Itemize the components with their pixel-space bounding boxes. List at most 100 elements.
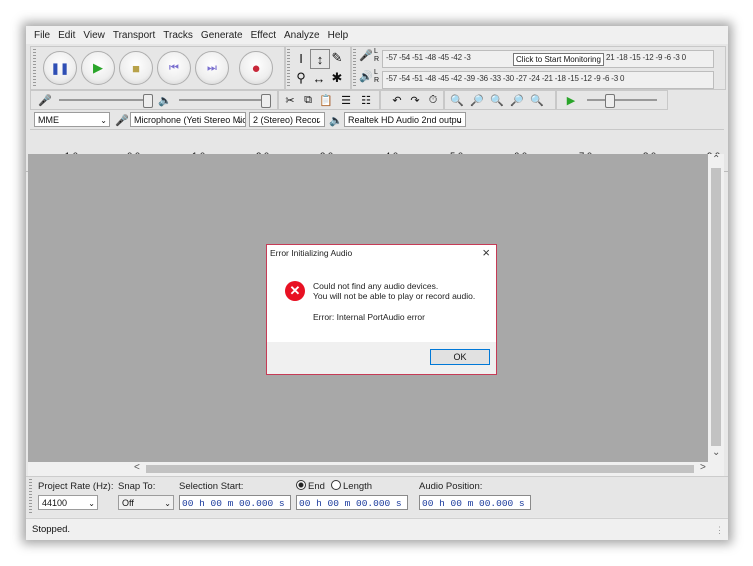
menu-file[interactable]: File (34, 30, 50, 41)
toolbar-grip[interactable] (287, 49, 290, 87)
play-at-speed-toolbar: ▶ (556, 90, 668, 110)
menu-analyze[interactable]: Analyze (284, 30, 320, 41)
playback-volume-track (179, 99, 269, 101)
multi-tool-icon[interactable]: ✱ (328, 69, 346, 87)
menu-edit[interactable]: Edit (58, 30, 75, 41)
scroll-up-icon[interactable]: ⌃ (712, 154, 720, 165)
zoom-tool-icon[interactable]: ⚲ (292, 69, 310, 87)
menu-transport[interactable]: Transport (113, 30, 155, 41)
copy-icon[interactable]: ⧉ (300, 92, 316, 108)
snap-to-label: Snap To: (118, 481, 156, 492)
dialog-title: Error Initializing Audio (270, 248, 353, 258)
scroll-right-icon[interactable]: > (700, 462, 706, 473)
channels-value: 2 (Stereo) Recor (253, 115, 320, 125)
chevron-down-icon: ⌄ (456, 116, 463, 125)
playback-device-value: Realtek HD Audio 2nd outpu (348, 115, 462, 125)
scroll-left-icon[interactable]: < (134, 462, 140, 473)
fit-selection-icon[interactable]: 🔍 (489, 92, 505, 108)
speed-slider[interactable] (605, 94, 615, 108)
play-button[interactable]: ▶ (81, 51, 115, 85)
snap-to-select[interactable]: Off ⌄ (118, 495, 174, 510)
toolbar-area: ❚❚ ▶ ■ ⏮ ⏭ ● I ↕ ✎ ⚲ ↔ ✱ 🎤 L R -57 -54 -… (26, 44, 728, 172)
speaker-icon: 🔈 (329, 114, 343, 127)
project-rate-select[interactable]: 44100 ⌄ (38, 495, 98, 510)
playback-volume-slider[interactable] (261, 94, 271, 108)
timeshift-tool-icon[interactable]: ↔ (310, 69, 328, 87)
sync-lock-icon[interactable]: ⏱ (425, 92, 441, 108)
menu-help[interactable]: Help (328, 30, 349, 41)
transport-toolbar: ❚❚ ▶ ■ ⏮ ⏭ ● (30, 46, 285, 90)
ok-button[interactable]: OK (430, 349, 490, 365)
selection-end-value: 00 h 00 m 00.000 s (299, 498, 402, 509)
speed-track (587, 99, 657, 101)
redo-icon[interactable]: ↷ (407, 92, 423, 108)
channel-r-label: R (374, 56, 380, 63)
menu-tracks[interactable]: Tracks (163, 30, 193, 41)
menu-generate[interactable]: Generate (201, 30, 243, 41)
trim-icon[interactable]: ☰ (338, 92, 354, 108)
zoom-out-icon[interactable]: 🔎 (469, 92, 485, 108)
host-select[interactable]: MME ⌄ (34, 112, 110, 127)
host-value: MME (38, 115, 59, 125)
dialog-message-line1: Could not find any audio devices. (313, 281, 439, 291)
recording-volume-slider[interactable] (143, 94, 153, 108)
undo-icon[interactable]: ↶ (389, 92, 405, 108)
recording-device-select[interactable]: Microphone (Yeti Stereo Mic ⌄ (130, 112, 246, 127)
length-label: Length (343, 481, 373, 492)
error-icon: ✕ (285, 281, 305, 301)
end-radio[interactable] (296, 480, 306, 490)
play-at-speed-icon[interactable]: ▶ (563, 92, 579, 108)
playback-meter[interactable]: -57 -54 -51 -48 -45 -42 -39 -36 -33 -30 … (382, 71, 714, 89)
record-meter-icon[interactable]: 🎤 (359, 49, 373, 62)
skip-start-button[interactable]: ⏮ (157, 51, 191, 85)
record-button[interactable]: ● (239, 51, 273, 85)
menu-effect[interactable]: Effect (251, 30, 276, 41)
resize-grip-icon[interactable]: ⋮ (715, 525, 724, 536)
pause-button[interactable]: ❚❚ (43, 51, 77, 85)
vertical-scroll-thumb[interactable] (711, 168, 721, 446)
skip-end-button[interactable]: ⏭ (195, 51, 229, 85)
vertical-scrollbar[interactable]: ⌃ ⌄ (708, 154, 724, 462)
skip-start-icon: ⏮ (169, 61, 179, 74)
zoom-toggle-icon[interactable]: 🔍 (529, 92, 545, 108)
record-meter-scale-tail: 21 -18 -15 -12 -9 -6 -3 0 (606, 53, 686, 62)
envelope-tool-icon[interactable]: ↕ (310, 49, 330, 69)
channel-l-label: L (374, 69, 378, 76)
play-icon: ▶ (93, 60, 103, 75)
selection-start-time[interactable]: 00 h 00 m 00.000 s (179, 495, 291, 510)
toolbar-grip[interactable] (29, 479, 32, 513)
microphone-icon: 🎤 (115, 114, 129, 127)
pause-icon: ❚❚ (50, 62, 70, 75)
record-meter[interactable]: -57 -54 -51 -48 -45 -42 -3 Click to Star… (382, 50, 714, 68)
horizontal-scrollbar[interactable]: < > (28, 462, 724, 476)
close-icon[interactable]: × (482, 245, 490, 260)
selection-tool-icon[interactable]: I (292, 49, 310, 67)
scroll-down-icon[interactable]: ⌄ (712, 447, 720, 458)
draw-tool-icon[interactable]: ✎ (328, 49, 346, 67)
mixer-toolbar: 🎤 🔈 (30, 90, 278, 110)
meter-toolbar: 🎤 L R -57 -54 -51 -48 -45 -42 -3 Click t… (351, 46, 726, 90)
fit-project-icon[interactable]: 🔎 (509, 92, 525, 108)
cut-icon[interactable]: ✂ (282, 92, 298, 108)
length-radio[interactable] (331, 480, 341, 490)
playback-meter-icon[interactable]: 🔊 (359, 70, 373, 83)
silence-icon[interactable]: ☷ (358, 92, 374, 108)
playback-device-select[interactable]: Realtek HD Audio 2nd outpu ⌄ (344, 112, 466, 127)
toolbar-grip[interactable] (33, 49, 36, 87)
toolbar-grip[interactable] (353, 49, 356, 87)
stop-button[interactable]: ■ (119, 51, 153, 85)
audio-position-value: 00 h 00 m 00.000 s (422, 498, 525, 509)
horizontal-scroll-thumb[interactable] (146, 465, 694, 473)
menu-view[interactable]: View (83, 30, 105, 41)
status-text: Stopped. (32, 524, 71, 535)
paste-icon[interactable]: 📋 (318, 92, 334, 108)
audacity-window: File Edit View Transport Tracks Generate… (26, 26, 728, 540)
edit-toolbar: ✂ ⧉ 📋 ☰ ☷ (278, 90, 380, 110)
chevron-down-icon: ⌄ (236, 116, 243, 125)
selection-toolbar: Project Rate (Hz): 44100 ⌄ Snap To: Off ⌄ … (26, 476, 728, 517)
channel-l-label: L (374, 48, 378, 55)
channels-select[interactable]: 2 (Stereo) Recor ⌄ (249, 112, 325, 127)
zoom-in-icon[interactable]: 🔍 (449, 92, 465, 108)
audio-position-time[interactable]: 00 h 00 m 00.000 s (419, 495, 531, 510)
selection-end-time[interactable]: 00 h 00 m 00.000 s (296, 495, 408, 510)
